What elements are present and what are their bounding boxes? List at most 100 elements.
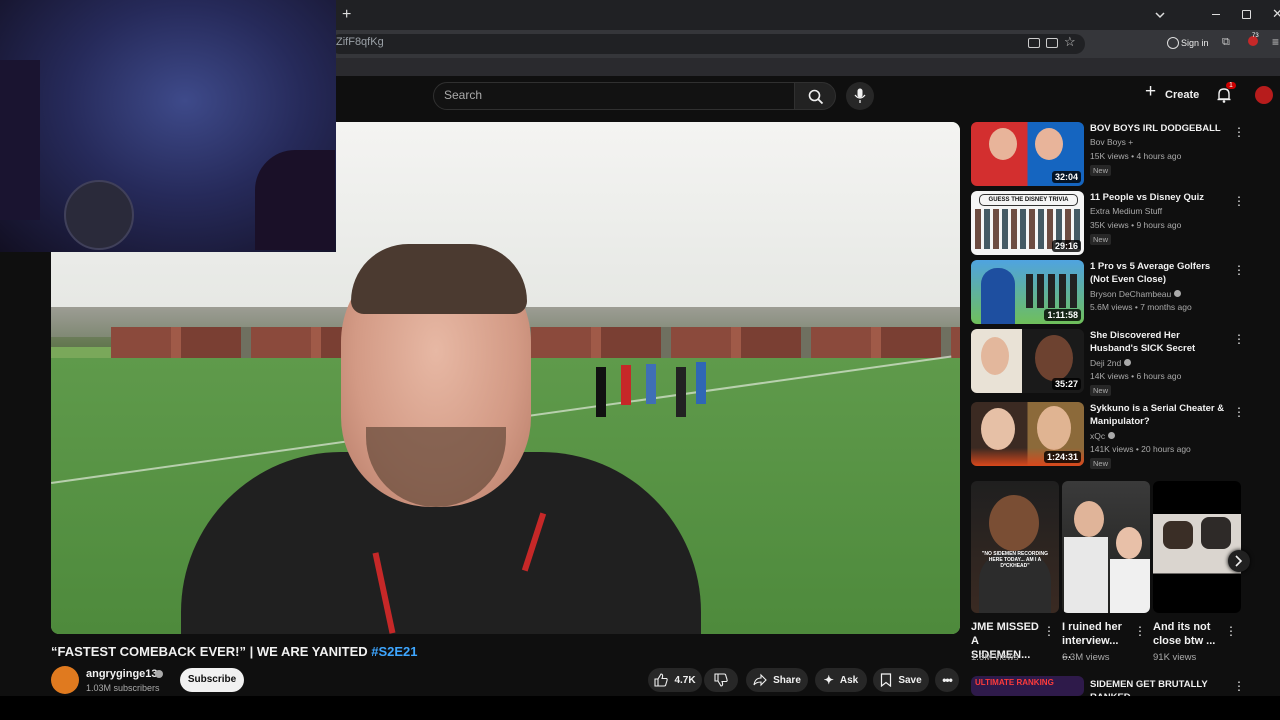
channel-name[interactable]: Bryson DeChambeau bbox=[1090, 288, 1181, 301]
new-badge: New bbox=[1090, 385, 1112, 396]
player-figure bbox=[696, 362, 706, 404]
recommendation-card[interactable]: 1:11:58 1 Pro vs 5 Average Golfers (Not … bbox=[971, 260, 1271, 326]
webcam-shadow-right bbox=[255, 150, 335, 250]
restore-icon[interactable] bbox=[1242, 10, 1251, 19]
like-button[interactable]: 4.7K bbox=[648, 668, 702, 692]
video-title[interactable]: 1 Pro vs 5 Average Golfers (Not Even Clo… bbox=[1090, 260, 1230, 286]
video-title[interactable]: BOV BOYS IRL DODGEBALL bbox=[1090, 122, 1230, 135]
recommendation-card[interactable]: 1:24:31 Sykkuno is a Serial Cheater & Ma… bbox=[971, 402, 1271, 469]
video-thumbnail[interactable]: 1:11:58 bbox=[971, 260, 1084, 324]
more-actions-button[interactable]: ••• bbox=[935, 668, 959, 692]
more-vertical-icon[interactable]: ⋮ bbox=[1233, 680, 1245, 692]
video-title[interactable]: Sykkuno is a Serial Cheater & Manipulato… bbox=[1090, 402, 1230, 428]
channel-name-text[interactable]: Bryson DeChambeau bbox=[1090, 289, 1171, 299]
thumb-golfer bbox=[981, 268, 1015, 324]
player-figure bbox=[596, 367, 606, 417]
video-title[interactable]: 11 People vs Disney Quiz bbox=[1090, 191, 1230, 204]
ask-button[interactable]: ✦ Ask bbox=[815, 668, 867, 692]
browser-menu-icon[interactable]: ≡ bbox=[1272, 35, 1279, 49]
subscribe-button[interactable]: Subscribe bbox=[180, 668, 244, 692]
short-thumbnail[interactable] bbox=[1153, 481, 1241, 613]
more-vertical-icon[interactable]: ⋮ bbox=[1134, 625, 1146, 637]
thumb-banner: GUESS THE DISNEY TRIVIA bbox=[979, 194, 1078, 206]
channel-name-text[interactable]: Deji 2nd bbox=[1090, 358, 1121, 368]
webcam-fan-shape bbox=[64, 180, 134, 250]
save-button[interactable]: Save bbox=[873, 668, 929, 692]
profile-icon[interactable] bbox=[1167, 37, 1179, 49]
more-vertical-icon[interactable]: ⋮ bbox=[1233, 406, 1245, 418]
more-vertical-icon[interactable]: ⋮ bbox=[1233, 195, 1245, 207]
video-duration: 1:11:58 bbox=[1044, 309, 1081, 321]
more-vertical-icon[interactable]: ⋮ bbox=[1043, 625, 1055, 637]
thumb-face bbox=[1074, 501, 1104, 537]
video-title: “FASTEST COMEBACK EVER!” | WE ARE YANITE… bbox=[51, 644, 418, 659]
extension-badge-count: 73 bbox=[1252, 33, 1259, 39]
channel-avatar[interactable] bbox=[51, 666, 79, 694]
search-icon bbox=[808, 89, 824, 105]
video-stats: 35K views • 9 hours ago bbox=[1090, 220, 1182, 230]
create-button[interactable]: + Create bbox=[1143, 81, 1199, 106]
recommendation-card[interactable]: 35:27 She Discovered Her Husband's SICK … bbox=[971, 329, 1271, 396]
tab-search-icon[interactable] bbox=[1154, 8, 1166, 20]
player-figure bbox=[676, 367, 686, 417]
channel-name-text[interactable]: xQc bbox=[1090, 431, 1105, 441]
video-title-hashtag[interactable]: #S2E21 bbox=[371, 644, 417, 659]
video-thumbnail[interactable]: 35:27 bbox=[971, 329, 1084, 393]
subscriber-count: 1.03M subscribers bbox=[86, 683, 160, 693]
short-views: 1.6M views bbox=[971, 652, 1019, 663]
more-vertical-icon[interactable]: ⋮ bbox=[1233, 333, 1245, 345]
share-button[interactable]: Share bbox=[746, 668, 808, 692]
shorts-next-button[interactable] bbox=[1228, 550, 1250, 572]
sign-in-label[interactable]: Sign in bbox=[1181, 38, 1209, 48]
extensions-icon[interactable]: ⧉ bbox=[1222, 36, 1230, 49]
address-url-text[interactable]: ZifF8qfKg bbox=[336, 36, 384, 48]
search-input[interactable] bbox=[433, 82, 796, 110]
ask-label: Ask bbox=[839, 674, 859, 686]
video-stats: 5.6M views • 7 months ago bbox=[1090, 302, 1192, 312]
share-label: Share bbox=[773, 674, 801, 686]
video-thumbnail[interactable]: ULTIMATE RANKING bbox=[971, 676, 1084, 696]
account-avatar[interactable] bbox=[1255, 86, 1273, 104]
thumb-banner: ULTIMATE RANKING bbox=[975, 678, 1054, 687]
more-vertical-icon[interactable]: ⋮ bbox=[1225, 625, 1237, 637]
more-vertical-icon[interactable]: ⋮ bbox=[1233, 126, 1245, 138]
video-thumbnail[interactable]: 1:24:31 bbox=[971, 402, 1084, 466]
player-figure bbox=[621, 365, 631, 405]
recommendation-card[interactable]: GUESS THE DISNEY TRIVIA 29:16 11 People … bbox=[971, 191, 1271, 257]
minimize-icon[interactable] bbox=[1212, 14, 1220, 15]
player-figure bbox=[646, 364, 656, 404]
video-thumbnail[interactable]: GUESS THE DISNEY TRIVIA 29:16 bbox=[971, 191, 1084, 255]
channel-name[interactable]: Deji 2nd bbox=[1090, 357, 1131, 370]
close-window-icon[interactable]: ✕ bbox=[1272, 6, 1280, 22]
short-views: 6.3M views bbox=[1062, 652, 1110, 663]
channel-name[interactable]: angryginge13 bbox=[86, 668, 158, 680]
short-thumbnail[interactable] bbox=[1062, 481, 1150, 613]
short-views: 91K views bbox=[1153, 652, 1197, 663]
search-button[interactable] bbox=[794, 82, 836, 110]
plus-icon: + bbox=[1145, 81, 1157, 102]
recommendation-card[interactable]: 32:04 BOV BOYS IRL DODGEBALL Bov Boys + … bbox=[971, 122, 1271, 188]
share-icon bbox=[753, 673, 767, 687]
new-tab-icon[interactable]: + bbox=[342, 6, 351, 24]
bookmark-star-icon[interactable]: ☆ bbox=[1064, 34, 1076, 50]
save-label: Save bbox=[898, 674, 922, 686]
more-vertical-icon[interactable]: ⋮ bbox=[1233, 264, 1245, 276]
video-duration: 1:24:31 bbox=[1043, 451, 1081, 463]
address-field[interactable] bbox=[330, 34, 1085, 54]
install-icon[interactable] bbox=[1028, 38, 1040, 48]
thumb-figure bbox=[1201, 517, 1231, 549]
dislike-button[interactable] bbox=[704, 668, 738, 692]
channel-name[interactable]: Extra Medium Stuff bbox=[1090, 205, 1162, 218]
video-thumbnail[interactable]: 32:04 bbox=[971, 122, 1084, 186]
short-title[interactable]: And its not close btw ... bbox=[1153, 620, 1221, 648]
voice-search-button[interactable] bbox=[846, 82, 874, 110]
notifications-button[interactable]: 1 bbox=[1213, 82, 1236, 106]
short-thumbnail[interactable]: "NO SIDEMEN RECORDING HERE TODAY... AM I… bbox=[971, 481, 1059, 613]
channel-name[interactable]: Bov Boys + bbox=[1090, 136, 1133, 149]
video-title[interactable]: SIDEMEN GET BRUTALLY RANKED bbox=[1090, 678, 1230, 696]
channel-name[interactable]: xQc bbox=[1090, 430, 1115, 443]
recommendation-card[interactable]: ULTIMATE RANKING SIDEMEN GET BRUTALLY RA… bbox=[971, 676, 1271, 696]
video-title[interactable]: She Discovered Her Husband's SICK Secret bbox=[1090, 329, 1230, 355]
picture-in-picture-icon[interactable] bbox=[1046, 38, 1058, 48]
video-houses bbox=[111, 327, 960, 362]
